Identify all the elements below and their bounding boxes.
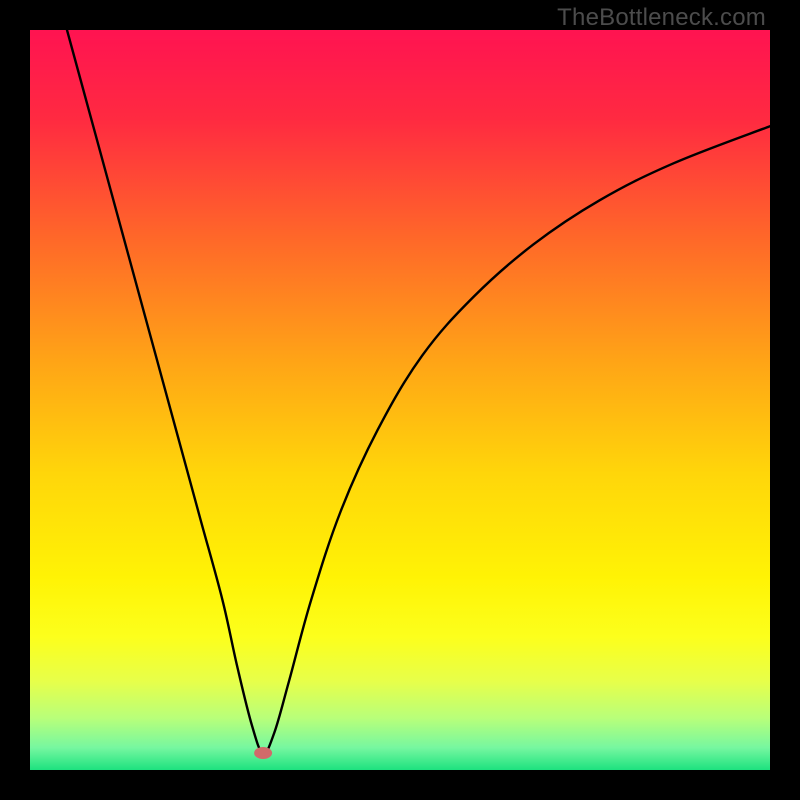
curve-layer: [30, 30, 770, 770]
min-marker: [254, 747, 272, 759]
bottleneck-curve: [67, 30, 770, 753]
watermark-text: TheBottleneck.com: [557, 4, 766, 32]
plot-frame: [30, 30, 770, 770]
